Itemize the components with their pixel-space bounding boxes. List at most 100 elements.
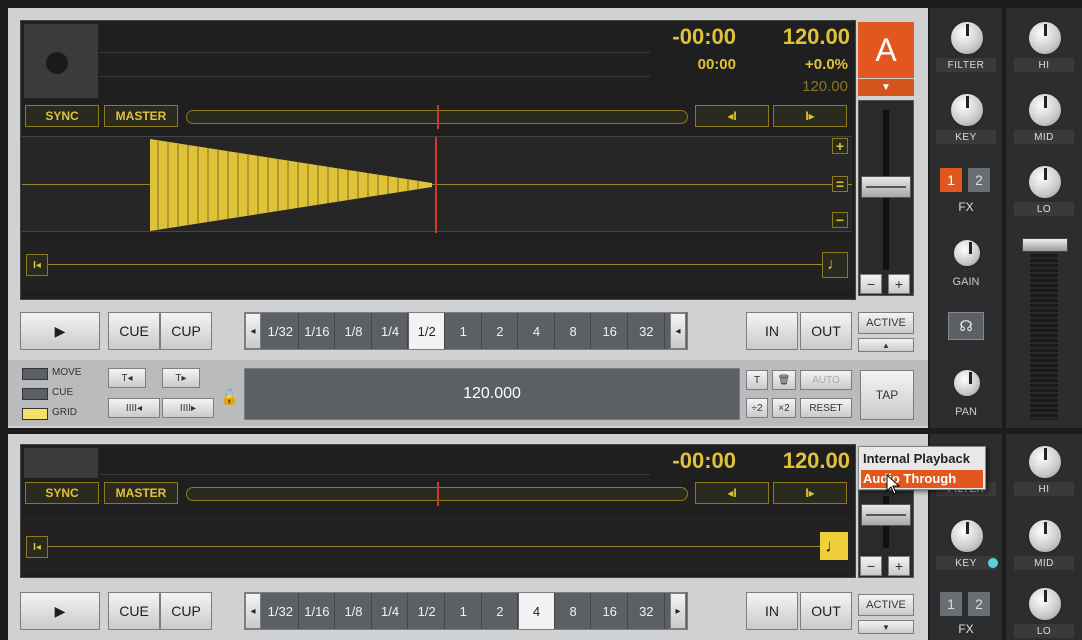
deck-b-eq-mid-knob[interactable]: MID [1014,514,1074,572]
tempo-minus-button[interactable]: − [860,274,882,294]
deck-b-loop-size-button[interactable]: 1/2 [409,593,445,629]
grid-set-right-button[interactable]: T▸ [162,368,200,388]
track-overview[interactable] [186,105,688,129]
deck-b-loop-size-button[interactable]: 1/4 [372,593,409,629]
deck-b-sync-button[interactable]: SYNC [25,482,99,504]
deck-b-eq-hi-knob[interactable]: HI [1014,440,1074,498]
master-button[interactable]: MASTER [104,105,178,127]
deck-b-jump-to-start-button[interactable]: I◂ [26,536,48,558]
menu-item-internal-playback[interactable]: Internal Playback [863,450,983,468]
deck-b-tempo-minus-button[interactable]: − [860,556,882,576]
deck-b-loop-prev-button[interactable]: ◂ [245,593,261,629]
zoom-reset-button[interactable]: = [832,176,848,192]
bpm-half-button[interactable]: ÷2 [746,398,768,418]
loop-size-button[interactable]: 1/2 [409,313,445,349]
deck-b-loop-size-button[interactable]: 1/8 [336,593,372,629]
loop-size-button[interactable]: 1/8 [336,313,372,349]
nudge-forward-button[interactable]: I▸ [773,105,847,127]
deck-b-loop-size-button[interactable]: 1/32 [263,593,299,629]
delete-gridmarker-button[interactable]: 🗑 [772,370,796,390]
lock-icon[interactable]: 🔓 [220,388,239,408]
track-position-strip[interactable] [22,240,852,290]
loop-size-button[interactable]: 32 [629,313,665,349]
fx-unit-2-button[interactable]: 2 [968,168,990,192]
deck-b-cup-button[interactable]: CUP [160,592,212,630]
deck-b-loop-next-button[interactable]: ▸ [670,593,686,629]
gain-knob[interactable]: GAIN [936,232,996,290]
deck-b-fx-unit-1-button[interactable]: 1 [940,592,962,616]
note-icon[interactable]: ♩ [822,252,848,278]
loop-size-button[interactable]: 2 [482,313,519,349]
deck-b-loop-size-button[interactable]: 8 [555,593,592,629]
play-button[interactable]: ▶ [20,312,100,350]
grid-mode-toggle[interactable] [22,408,48,420]
tap-button[interactable]: TAP [860,370,914,420]
loop-size-button[interactable]: 1 [446,313,482,349]
sync-button[interactable]: SYNC [25,105,99,127]
deck-b-cue-button[interactable]: CUE [108,592,160,630]
loop-active-toggle[interactable]: ▲ [858,338,914,352]
jump-to-start-button[interactable]: I◂ [26,254,48,276]
deck-b-key-knob[interactable]: KEY [936,514,996,572]
deck-b-position-strip[interactable] [22,516,852,574]
loop-size-button[interactable]: 1/16 [299,313,336,349]
bpm-edit-field[interactable]: 120.000 [244,368,740,420]
deck-b-loop-out-button[interactable]: OUT [800,592,852,630]
bpm-double-button[interactable]: ×2 [772,398,796,418]
loop-active-button[interactable]: ACTIVE [858,312,914,334]
loop-next-button[interactable]: ◂ [670,313,686,349]
deck-b-nudge-back-button[interactable]: ◂I [695,482,769,504]
loop-prev-button[interactable]: ◂ [245,313,261,349]
nudge-back-button[interactable]: ◂I [695,105,769,127]
tempo-plus-button[interactable]: + [888,274,910,294]
grid-set-left-button[interactable]: T◂ [108,368,146,388]
zoom-in-button[interactable]: + [832,138,848,154]
deck-b-tempo-fader-handle[interactable] [861,504,911,526]
deck-b-loop-size-button[interactable]: 1 [446,593,482,629]
deck-b-play-button[interactable]: ▶ [20,592,100,630]
deck-letter-a[interactable]: A [858,22,914,78]
deck-b-eq-lo-knob[interactable]: LO [1014,582,1074,640]
loop-size-button[interactable]: 4 [519,313,555,349]
loop-size-button[interactable]: 1/4 [372,313,409,349]
deck-b-fx-unit-2-button[interactable]: 2 [968,592,990,616]
deck-b-loop-in-button[interactable]: IN [746,592,798,630]
eq-mid-knob[interactable]: MID [1014,88,1074,146]
set-gridmarker-button[interactable]: T [746,370,768,390]
deck-b-loop-size-button[interactable]: 2 [482,593,519,629]
grid-reset-button[interactable]: RESET [800,398,852,418]
deck-b-loop-size-button[interactable]: 1/16 [299,593,336,629]
tempo-fader-handle[interactable] [861,176,911,198]
fx-unit-1-button[interactable]: 1 [940,168,962,192]
deck-b-master-button[interactable]: MASTER [104,482,178,504]
cue-mode-toggle[interactable] [22,388,48,400]
grid-shift-right-button[interactable]: IIII▸ [162,398,214,418]
auto-grid-button[interactable]: AUTO [800,370,852,390]
loop-size-button[interactable]: 8 [555,313,592,349]
deck-b-track-overview[interactable] [186,482,688,506]
filter-knob[interactable]: FILTER [936,16,996,74]
move-mode-toggle[interactable] [22,368,48,380]
deck-b-loop-size-button[interactable]: 32 [629,593,665,629]
key-knob[interactable]: KEY [936,88,996,146]
deck-b-loop-size-button[interactable]: 16 [592,593,628,629]
loop-size-button[interactable]: 1/32 [263,313,299,349]
loop-size-button[interactable]: 16 [592,313,628,349]
deck-type-dropdown-arrow[interactable]: ▼ [858,79,914,96]
cue-button[interactable]: CUE [108,312,160,350]
waveform-display[interactable] [22,136,852,233]
deck-b-note-icon[interactable]: ♩ [820,532,848,560]
cup-button[interactable]: CUP [160,312,212,350]
channel-volume-fader[interactable] [1022,238,1068,252]
deck-b-loop-active-toggle[interactable]: ▼ [858,620,914,634]
loop-in-button[interactable]: IN [746,312,798,350]
eq-lo-knob[interactable]: LO [1014,160,1074,218]
eq-hi-knob[interactable]: HI [1014,16,1074,74]
deck-b-loop-active-button[interactable]: ACTIVE [858,594,914,616]
loop-out-button[interactable]: OUT [800,312,852,350]
deck-b-loop-size-button[interactable]: 4 [519,593,555,629]
headphone-cue-button[interactable]: ☊ [948,312,984,340]
pan-knob[interactable]: PAN [936,362,996,420]
grid-shift-left-button[interactable]: IIII◂ [108,398,160,418]
deck-b-tempo-plus-button[interactable]: + [888,556,910,576]
